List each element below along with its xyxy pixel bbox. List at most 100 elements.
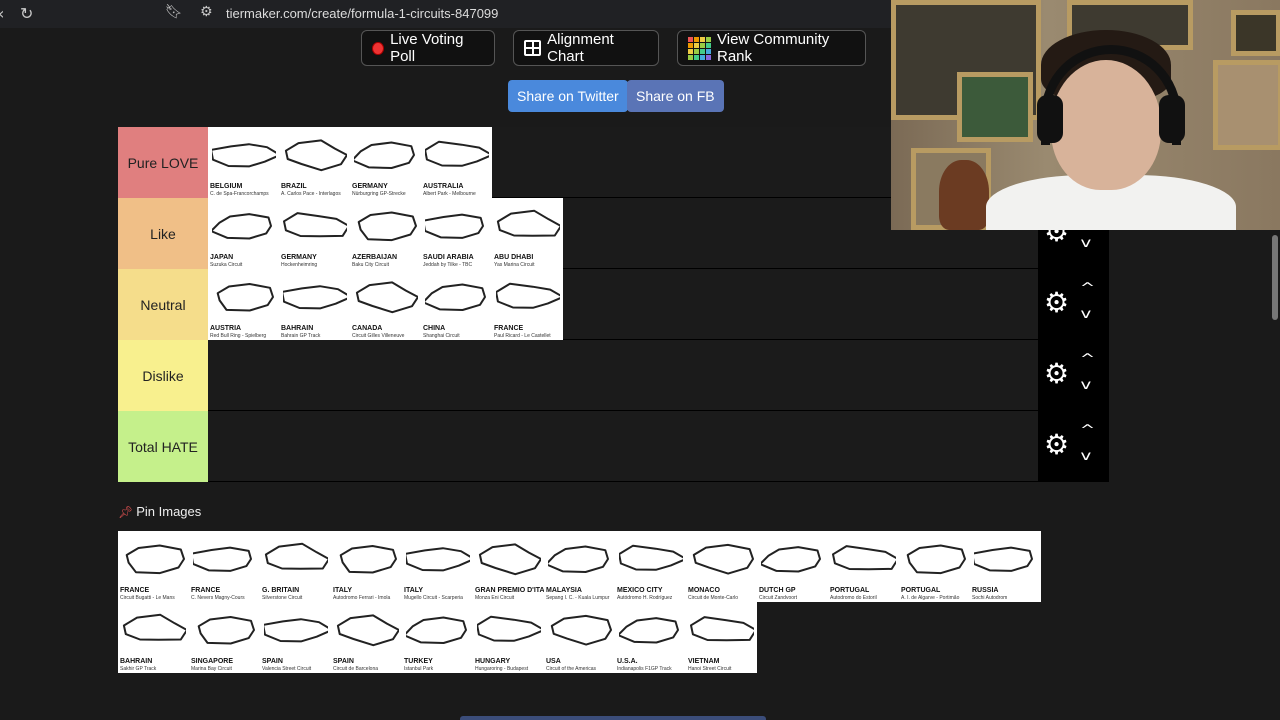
circuit-card[interactable]: SINGAPORE Marina Bay Circuit [189, 602, 260, 673]
tier-label[interactable]: Dislike [118, 340, 208, 411]
community-rank-button[interactable]: View Community Rank [677, 30, 866, 66]
tier-drop-zone[interactable] [208, 340, 1038, 410]
circuit-card[interactable]: HUNGARY Hungaroring - Budapest [473, 602, 544, 673]
circuit-country: SPAIN [262, 658, 283, 665]
circuit-card[interactable]: BAHRAIN Sakhir GP Track [118, 602, 189, 673]
live-voting-poll-button[interactable]: Live Voting Poll [361, 30, 495, 66]
circuit-country: MALAYSIA [546, 587, 582, 594]
circuit-name: Autodromo Ferrari - Imola [333, 595, 391, 601]
circuit-name: Circuit de Barcelona [333, 666, 379, 672]
gear-icon[interactable]: ⚙ [1044, 289, 1069, 317]
circuit-name: Shanghai Circuit [423, 333, 460, 339]
circuit-card[interactable]: VIETNAM Hanoi Street Circuit [686, 602, 757, 673]
circuit-card[interactable]: FRANCE Paul Ricard - Le Castellet [492, 269, 563, 340]
circuit-card[interactable]: AUSTRIA Red Bull Ring - Spielberg [208, 269, 279, 340]
circuit-card[interactable]: MONACO Circuit de Monte-Carlo [686, 531, 757, 602]
address-bar[interactable]: ⚙︎ tiermaker.com/create/formula-1-circui… [192, 2, 892, 26]
circuit-card[interactable]: BELGIUM C. de Spa-Francorchamps [208, 127, 279, 198]
circuit-card[interactable]: CANADA Circuit Gilles Villeneuve [350, 269, 421, 340]
tier-label[interactable]: Total HATE [118, 411, 208, 482]
circuit-map-icon [284, 139, 347, 172]
bookmark-icon[interactable]: 🔖︎ [165, 4, 183, 20]
tier-drop-zone[interactable] [208, 411, 1038, 481]
circuit-card[interactable]: PORTUGAL A. I. de Algarve - Portimão [899, 531, 970, 602]
circuit-country: ITALY [333, 587, 353, 594]
tier-row: Total HATE ⚙ ^ v [118, 411, 1109, 482]
circuit-name: Hockenheimring [281, 262, 318, 268]
share-twitter-button[interactable]: Share on Twitter [508, 80, 628, 112]
gear-icon[interactable]: ⚙ [1044, 431, 1069, 459]
circuit-map-icon [425, 213, 484, 239]
circuit-map-icon [832, 545, 896, 571]
circuit-map-icon [122, 613, 186, 641]
circuit-card[interactable]: BRAZIL A. Carlos Pace - Interlagos [279, 127, 350, 198]
circuit-card[interactable]: CHINA Shanghai Circuit [421, 269, 492, 340]
circuit-country: TURKEY [404, 658, 433, 665]
chevron-up-icon[interactable]: ^ [1080, 281, 1095, 296]
circuit-name: Yas Marina Circuit [494, 262, 535, 268]
circuit-card[interactable]: SPAIN Circuit de Barcelona [331, 602, 402, 673]
gear-icon[interactable]: ⚙ [1044, 360, 1069, 388]
bottom-panel-tab[interactable] [460, 716, 766, 720]
circuit-card[interactable]: ABU DHABI Yas Marina Circuit [492, 198, 563, 269]
reload-icon[interactable]: ↻ [20, 4, 33, 23]
chevron-down-icon[interactable]: v [1080, 449, 1091, 464]
circuit-card[interactable]: AUSTRALIA Albert Park - Melbourne [421, 127, 492, 198]
circuit-country: BRAZIL [281, 183, 307, 190]
circuit-map-icon [406, 616, 467, 644]
chevron-down-icon[interactable]: v [1080, 307, 1091, 322]
circuit-map-icon [216, 283, 274, 312]
circuit-map-icon [283, 285, 347, 310]
image-pool: FRANCE Circuit Bugatti - Le Mans FRANCE C. … [118, 531, 1109, 673]
circuit-card[interactable]: PORTUGAL Autodromo do Estoril [828, 531, 899, 602]
tier-drop-zone[interactable]: AUSTRIA Red Bull Ring - Spielberg BAHRAIN B… [208, 269, 1038, 340]
circuit-card[interactable]: FRANCE C. Nevers Magny-Cours [189, 531, 260, 602]
circuit-card[interactable]: FRANCE Circuit Bugatti - Le Mans [118, 531, 189, 602]
circuit-card[interactable]: G. BRITAIN Silverstone Circuit [260, 531, 331, 602]
chevron-down-icon[interactable]: v [1080, 378, 1091, 393]
circuit-card[interactable]: GERMANY Hockenheimring [279, 198, 350, 269]
chevron-up-icon[interactable]: ^ [1080, 352, 1095, 367]
circuit-card[interactable]: RUSSIA Sochi Autodrom [970, 531, 1041, 602]
tier-label[interactable]: Pure LOVE [118, 127, 208, 198]
alignment-chart-button[interactable]: Alignment Chart [513, 30, 659, 66]
circuit-country: MEXICO CITY [617, 587, 663, 594]
painting-frame [1231, 10, 1280, 56]
circuit-card[interactable]: BAHRAIN Bahrain GP Track [279, 269, 350, 340]
circuit-card[interactable]: MALAYSIA Sepang I. C. - Kuala Lumpur [544, 531, 615, 602]
circuit-map-icon [496, 209, 560, 237]
share-fb-button[interactable]: Share on FB [627, 80, 724, 112]
circuit-map-icon [283, 212, 347, 238]
circuit-map-icon [193, 546, 252, 572]
chevron-down-icon[interactable]: v [1080, 236, 1091, 251]
circuit-card[interactable]: SAUDI ARABIA Jeddah by Tilke - TBC [421, 198, 492, 269]
circuit-country: ITALY [404, 587, 424, 594]
site-settings-icon[interactable]: ⚙︎ [200, 4, 213, 20]
circuit-country: FRANCE [120, 587, 150, 594]
tier-label[interactable]: Like [118, 198, 208, 269]
chevron-up-icon[interactable]: ^ [1080, 423, 1095, 438]
community-rank-label: View Community Rank [717, 31, 830, 65]
circuit-card[interactable]: ITALY Mugello Circuit - Scarperia [402, 531, 473, 602]
circuit-card[interactable]: GERMANY Nürburgring GP-Strecke [350, 127, 421, 198]
circuit-card[interactable]: TURKEY Istanbul Park [402, 602, 473, 673]
circuit-card[interactable]: DUTCH GP Circuit Zandvoort [757, 531, 828, 602]
circuit-map-icon [354, 141, 415, 169]
pin-images-toggle[interactable]: 📌︎ Pin Images [118, 504, 201, 519]
circuit-card[interactable]: USA Circuit of the Americas [544, 602, 615, 673]
circuit-card[interactable]: GRAN PREMIO D'ITALIAMonza Eni Circuit [473, 531, 544, 602]
circuit-card[interactable]: ITALY Autodromo Ferrari - Imola [331, 531, 402, 602]
page-scrollbar[interactable] [1272, 235, 1278, 320]
circuit-country: BELGIUM [210, 183, 243, 190]
tier-controls: ⚙ ^ v [1038, 411, 1109, 481]
tier-label[interactable]: Neutral [118, 269, 208, 340]
circuit-card[interactable]: U.S.A. Indianapolis F1GP Track [615, 602, 686, 673]
circuit-card[interactable]: AZERBAIJAN Baku City Circuit [350, 198, 421, 269]
circuit-map-icon [690, 616, 754, 642]
circuit-country: GERMANY [352, 183, 388, 190]
back-icon[interactable]: ‹ [0, 4, 4, 23]
circuit-card[interactable]: MEXICO CITY Autódromo H. Rodríguez [615, 531, 686, 602]
circuit-name: Nürburgring GP-Strecke [352, 191, 406, 197]
circuit-card[interactable]: JAPAN Suzuka Circuit [208, 198, 279, 269]
circuit-card[interactable]: SPAIN Valencia Street Circuit [260, 602, 331, 673]
